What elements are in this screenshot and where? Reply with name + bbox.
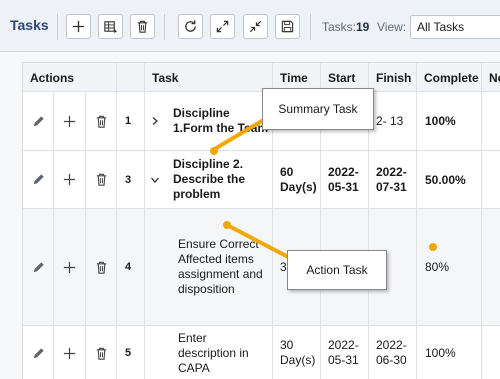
row-number: 3 bbox=[117, 151, 145, 208]
edit-button[interactable] bbox=[23, 326, 54, 379]
collapse-button[interactable] bbox=[243, 14, 268, 39]
grid-container: Actions Task Time Start Finish Complete … bbox=[0, 52, 500, 379]
pencil-icon bbox=[33, 261, 44, 272]
add-button[interactable] bbox=[54, 209, 86, 325]
complete-marker bbox=[429, 243, 437, 251]
task-name-cell[interactable]: Enter description in CAPA bbox=[145, 326, 273, 379]
expand-button[interactable] bbox=[210, 14, 235, 39]
plus-icon bbox=[72, 20, 85, 33]
action-task-callout: Action Task bbox=[287, 250, 387, 290]
task-name: Ensure Correct Affected items assignment… bbox=[178, 237, 263, 296]
delete-button[interactable] bbox=[86, 92, 117, 150]
time-cell: 60 Day(s) bbox=[273, 151, 321, 208]
action-marker bbox=[223, 221, 231, 229]
pencil-icon bbox=[33, 174, 44, 185]
tasks-count: 19 bbox=[356, 20, 370, 34]
task-name-cell[interactable]: Discipline 2. Describe the problem bbox=[145, 151, 273, 208]
header-task[interactable]: Task bbox=[145, 63, 273, 91]
table-row: 4 Ensure Correct Affected items assignme… bbox=[23, 209, 500, 326]
add-button[interactable] bbox=[54, 326, 86, 379]
task-name: Discipline 2. Describe the problem bbox=[173, 157, 246, 201]
trash-icon bbox=[96, 115, 106, 128]
plus-icon bbox=[63, 261, 76, 273]
pencil-icon bbox=[33, 347, 44, 358]
note-cell bbox=[482, 326, 500, 379]
table-add-icon bbox=[104, 21, 118, 34]
action-task-label: Action Task bbox=[306, 263, 368, 277]
save-icon bbox=[281, 20, 294, 33]
chevron-down-icon[interactable] bbox=[150, 175, 160, 185]
trash-icon bbox=[96, 173, 106, 186]
task-grid: Actions Task Time Start Finish Complete … bbox=[22, 62, 500, 379]
row-number: 5 bbox=[117, 326, 145, 379]
edit-button[interactable] bbox=[23, 209, 54, 325]
add-button[interactable] bbox=[54, 151, 86, 208]
view-select[interactable]: All Tasks bbox=[410, 15, 500, 39]
note-cell bbox=[482, 151, 500, 208]
plus-icon bbox=[63, 347, 76, 359]
add-button[interactable] bbox=[54, 92, 86, 150]
header-start[interactable]: Start bbox=[321, 63, 369, 91]
edit-button[interactable] bbox=[23, 151, 54, 208]
summary-task-label: Summary Task bbox=[278, 102, 358, 116]
delete-task-button[interactable] bbox=[130, 14, 155, 39]
expand-icon bbox=[216, 20, 229, 33]
note-cell bbox=[482, 92, 500, 150]
edit-button[interactable] bbox=[23, 92, 54, 150]
finish-cell: 2- 13 bbox=[369, 92, 417, 150]
header-finish[interactable]: Finish bbox=[369, 63, 417, 91]
view-label: View: bbox=[377, 20, 407, 34]
delete-button[interactable] bbox=[86, 209, 117, 325]
view-select-value: All Tasks bbox=[417, 20, 465, 34]
header-actions: Actions bbox=[23, 63, 117, 91]
header-complete[interactable]: Complete bbox=[417, 63, 482, 91]
task-name-cell[interactable]: Discipline 1.Form the Team bbox=[145, 92, 273, 150]
delete-button[interactable] bbox=[86, 151, 117, 208]
toolbar-divider bbox=[57, 14, 58, 40]
header-time[interactable]: Time bbox=[273, 63, 321, 91]
trash-icon bbox=[96, 261, 106, 274]
header-number bbox=[117, 63, 145, 91]
row-number: 4 bbox=[117, 209, 145, 325]
toolbar-divider bbox=[310, 14, 311, 40]
finish-cell: 2022- 06-30 bbox=[369, 326, 417, 379]
summary-marker bbox=[210, 147, 218, 155]
summary-task-callout: Summary Task bbox=[262, 88, 374, 130]
plus-icon bbox=[63, 173, 76, 186]
start-cell: 2022- 05-31 bbox=[321, 151, 369, 208]
plus-icon bbox=[63, 115, 76, 127]
collapse-icon bbox=[249, 20, 262, 33]
complete-cell: 80% bbox=[417, 209, 482, 325]
task-name: Enter description in CAPA bbox=[178, 330, 249, 375]
refresh-button[interactable] bbox=[178, 14, 203, 39]
start-cell: 2022- 05-31 bbox=[321, 326, 369, 379]
insert-rows-button[interactable] bbox=[98, 14, 123, 39]
complete-cell: 100% bbox=[417, 326, 482, 379]
refresh-icon bbox=[185, 20, 196, 32]
tasks-count-label: Tasks: bbox=[322, 20, 357, 34]
time-cell: 30 Day(s) bbox=[273, 326, 321, 379]
table-row: 3 Discipline 2. Describe the problem 60 … bbox=[23, 151, 500, 209]
save-button[interactable] bbox=[275, 14, 300, 39]
note-cell bbox=[482, 209, 500, 325]
complete-cell: 100% bbox=[417, 92, 482, 150]
trash-icon bbox=[96, 347, 106, 360]
finish-cell: 2022- 07-31 bbox=[369, 151, 417, 208]
row-number: 1 bbox=[117, 92, 145, 150]
task-name-cell[interactable]: Ensure Correct Affected items assignment… bbox=[145, 209, 273, 325]
task-name: Discipline 1.Form the Team bbox=[173, 106, 269, 135]
table-row: 5 Enter description in CAPA 30 Day(s) 20… bbox=[23, 326, 500, 379]
pencil-icon bbox=[33, 115, 44, 126]
header-note[interactable]: Note bbox=[482, 63, 500, 91]
page-title: Tasks bbox=[10, 17, 49, 33]
toolbar: Tasks Tasks: 19 View: All Tasks bbox=[0, 0, 500, 52]
delete-button[interactable] bbox=[86, 326, 117, 379]
add-task-button[interactable] bbox=[66, 14, 91, 39]
chevron-right-icon[interactable] bbox=[150, 116, 160, 126]
toolbar-divider bbox=[164, 14, 165, 40]
trash-icon bbox=[137, 20, 148, 33]
complete-cell: 50.00% bbox=[417, 151, 482, 208]
